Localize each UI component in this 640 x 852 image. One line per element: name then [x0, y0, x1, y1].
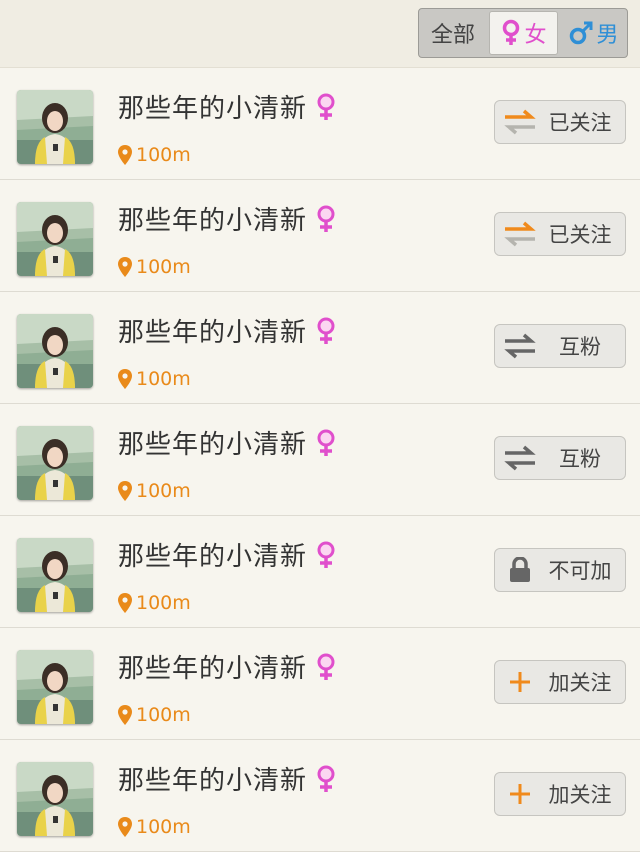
avatar[interactable]: [17, 314, 93, 388]
follow-action-button[interactable]: 已关注: [494, 212, 626, 256]
list-item[interactable]: 那些年的小清新 100m 不可加: [0, 516, 640, 628]
list-item[interactable]: 那些年的小清新 100m 互粉: [0, 404, 640, 516]
filter-male-button[interactable]: 男: [560, 9, 627, 57]
avatar[interactable]: [17, 426, 93, 500]
lock-icon: [495, 557, 545, 583]
distance: 100m: [118, 704, 191, 726]
location-pin-icon: [118, 369, 132, 389]
distance: 100m: [118, 256, 191, 278]
follow-action-button[interactable]: 互粉: [494, 324, 626, 368]
user-name-row: 那些年的小清新: [118, 88, 337, 125]
avatar[interactable]: [17, 538, 93, 612]
distance-value: 100m: [136, 480, 191, 502]
follow-action-button[interactable]: 加关注: [494, 772, 626, 816]
follow-action-label: 互粉: [559, 447, 601, 471]
follow-action-label: 加关注: [548, 671, 612, 695]
distance-value: 100m: [136, 592, 191, 614]
filter-male-label: 男: [596, 23, 619, 48]
female-icon: [503, 19, 520, 45]
user-name-row: 那些年的小清新: [118, 536, 337, 573]
user-name: 那些年的小清新: [118, 318, 308, 348]
user-name-row: 那些年的小清新: [118, 648, 337, 685]
location-pin-icon: [118, 817, 132, 837]
filter-all-button[interactable]: 全部: [419, 9, 487, 57]
mutual-arrows-icon: [495, 445, 545, 471]
follow-action-label: 不可加: [548, 559, 612, 583]
plus-icon: [495, 782, 545, 806]
location-pin-icon: [118, 593, 132, 613]
female-icon: [317, 205, 335, 232]
location-pin-icon: [118, 145, 132, 165]
female-icon: [317, 765, 335, 792]
avatar[interactable]: [17, 762, 93, 836]
user-list: 那些年的小清新 100m 已关注 那些年的小清新 100m 已关注 那些年的小清…: [0, 68, 640, 852]
user-name: 那些年的小清新: [118, 766, 308, 796]
female-icon: [317, 541, 335, 568]
user-name: 那些年的小清新: [118, 430, 308, 460]
user-name-row: 那些年的小清新: [118, 424, 337, 461]
list-item[interactable]: 那些年的小清新 100m 加关注: [0, 740, 640, 852]
avatar[interactable]: [17, 202, 93, 276]
plus-icon: [495, 670, 545, 694]
female-icon: [317, 429, 335, 456]
user-name-row: 那些年的小清新: [118, 312, 337, 349]
gender-filter: 全部 女 男: [418, 8, 628, 58]
follow-action-label: 加关注: [548, 783, 612, 807]
distance: 100m: [118, 480, 191, 502]
distance-value: 100m: [136, 368, 191, 390]
user-name-row: 那些年的小清新: [118, 760, 337, 797]
user-name: 那些年的小清新: [118, 94, 308, 124]
location-pin-icon: [118, 481, 132, 501]
filter-all-label: 全部: [430, 23, 475, 48]
location-pin-icon: [118, 705, 132, 725]
follow-action-label: 互粉: [559, 335, 601, 359]
avatar[interactable]: [17, 90, 93, 164]
follow-action-button[interactable]: 不可加: [494, 548, 626, 592]
list-item[interactable]: 那些年的小清新 100m 已关注: [0, 180, 640, 292]
distance-value: 100m: [136, 704, 191, 726]
filter-female-button[interactable]: 女: [489, 11, 558, 55]
followed-arrows-icon: [495, 109, 545, 135]
distance-value: 100m: [136, 144, 191, 166]
distance: 100m: [118, 816, 191, 838]
location-pin-icon: [118, 257, 132, 277]
list-item[interactable]: 那些年的小清新 100m 加关注: [0, 628, 640, 740]
top-bar: 全部 女 男: [0, 0, 640, 68]
follow-action-button[interactable]: 互粉: [494, 436, 626, 480]
avatar[interactable]: [17, 650, 93, 724]
follow-action-button[interactable]: 加关注: [494, 660, 626, 704]
user-name: 那些年的小清新: [118, 654, 308, 684]
distance: 100m: [118, 368, 191, 390]
mutual-arrows-icon: [495, 333, 545, 359]
user-name: 那些年的小清新: [118, 206, 308, 236]
follow-action-label: 已关注: [548, 111, 612, 135]
list-item[interactable]: 那些年的小清新 100m 互粉: [0, 292, 640, 404]
user-name: 那些年的小清新: [118, 542, 308, 572]
distance: 100m: [118, 144, 191, 166]
male-icon: [570, 21, 593, 45]
female-icon: [317, 317, 335, 344]
female-icon: [317, 653, 335, 680]
user-name-row: 那些年的小清新: [118, 200, 337, 237]
distance-value: 100m: [136, 256, 191, 278]
filter-female-label: 女: [524, 23, 547, 48]
female-icon: [317, 93, 335, 120]
list-item[interactable]: 那些年的小清新 100m 已关注: [0, 68, 640, 180]
follow-action-label: 已关注: [548, 223, 612, 247]
distance: 100m: [118, 592, 191, 614]
followed-arrows-icon: [495, 221, 545, 247]
follow-action-button[interactable]: 已关注: [494, 100, 626, 144]
distance-value: 100m: [136, 816, 191, 838]
